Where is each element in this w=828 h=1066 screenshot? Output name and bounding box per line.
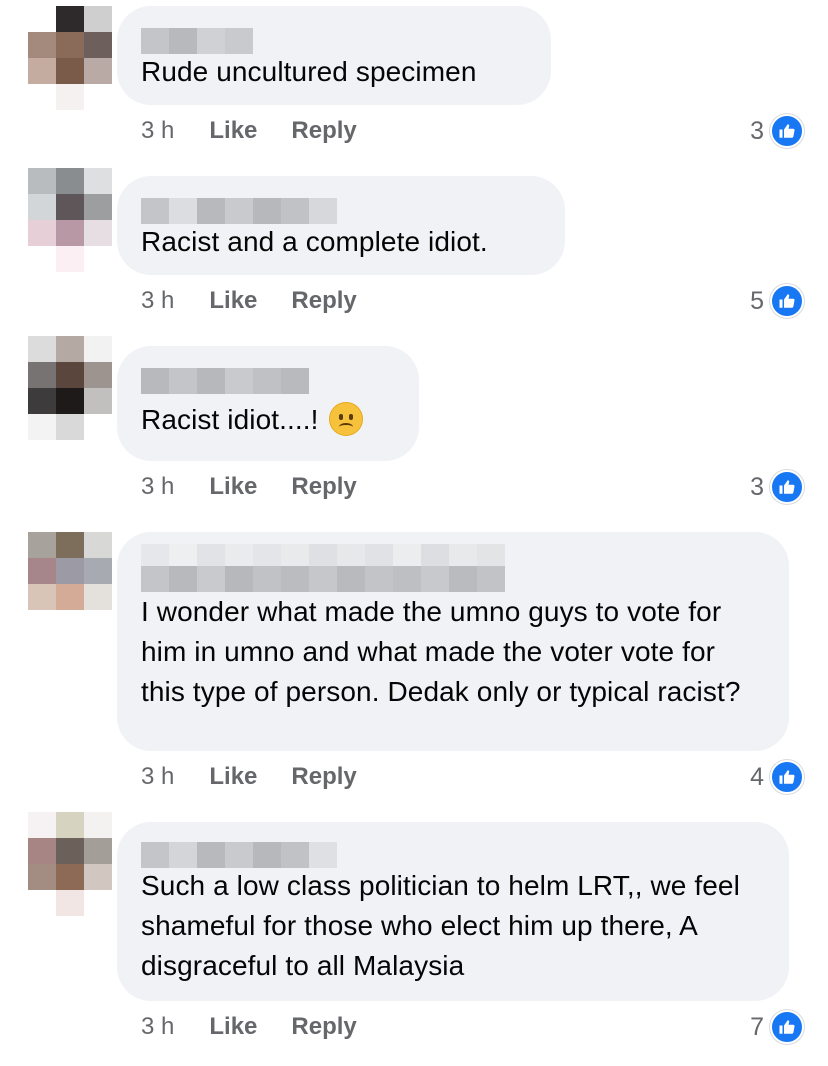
avatar[interactable] [28, 336, 112, 441]
blurred-author-name[interactable] [141, 198, 541, 224]
reply-button[interactable]: Reply [291, 473, 356, 501]
reaction-count: 3 [750, 472, 764, 501]
comment-actions: 3 h Like Reply [141, 117, 357, 145]
comment-text-content: Racist idiot....! [141, 404, 319, 435]
reply-button[interactable]: Reply [291, 763, 356, 791]
like-button[interactable]: Like [209, 117, 257, 145]
like-button[interactable]: Like [209, 287, 257, 315]
comment-actions: 3 h Like Reply [141, 473, 357, 501]
avatar[interactable] [28, 812, 112, 917]
comment-bubble: I wonder what made the umno guys to vote… [117, 532, 789, 751]
frowning-face-icon [328, 402, 363, 436]
comment-timestamp[interactable]: 3 h [141, 1013, 174, 1041]
like-button[interactable]: Like [209, 473, 257, 501]
comment-bubble: Such a low class politician to helm LRT,… [117, 822, 789, 1001]
comment-bubble: Rude uncultured specimen [117, 6, 551, 105]
avatar[interactable] [28, 532, 112, 637]
blurred-author-name[interactable] [141, 842, 765, 868]
comment-timestamp[interactable]: 3 h [141, 117, 174, 145]
avatar[interactable] [28, 6, 112, 111]
reaction-summary[interactable]: 3 [750, 470, 804, 504]
reaction-summary[interactable]: 3 [750, 114, 804, 148]
like-thumb-icon [770, 760, 804, 794]
like-button[interactable]: Like [209, 1013, 257, 1041]
comment-text: Racist and a complete idiot. [141, 226, 488, 257]
like-thumb-icon [770, 284, 804, 318]
comment-text: Rude uncultured specimen [141, 56, 477, 87]
blurred-author-name[interactable] [141, 368, 395, 394]
like-thumb-icon [770, 1010, 804, 1044]
blurred-author-name[interactable] [141, 28, 527, 54]
reaction-summary[interactable]: 4 [750, 760, 804, 794]
reply-button[interactable]: Reply [291, 1013, 356, 1041]
reaction-count: 7 [750, 1012, 764, 1041]
reaction-count: 5 [750, 286, 764, 315]
comment-timestamp[interactable]: 3 h [141, 763, 174, 791]
reaction-count: 3 [750, 116, 764, 145]
like-thumb-icon [770, 114, 804, 148]
comment-text: Racist idiot....! [141, 400, 395, 440]
comment-text: I wonder what made the umno guys to vote… [141, 596, 741, 707]
reaction-summary[interactable]: 7 [750, 1010, 804, 1044]
comment-actions: 3 h Like Reply [141, 763, 357, 791]
reply-button[interactable]: Reply [291, 287, 356, 315]
reaction-summary[interactable]: 5 [750, 284, 804, 318]
comment-timestamp[interactable]: 3 h [141, 473, 174, 501]
like-thumb-icon [770, 470, 804, 504]
comment-actions: 3 h Like Reply [141, 1013, 357, 1041]
comment-text: Such a low class politician to helm LRT,… [141, 870, 740, 981]
comment-bubble: Racist and a complete idiot. [117, 176, 565, 275]
comment-bubble: Racist idiot....! [117, 346, 419, 461]
avatar[interactable] [28, 168, 112, 273]
reply-button[interactable]: Reply [291, 117, 356, 145]
comment-timestamp[interactable]: 3 h [141, 287, 174, 315]
reaction-count: 4 [750, 762, 764, 791]
like-button[interactable]: Like [209, 763, 257, 791]
comment-actions: 3 h Like Reply [141, 287, 357, 315]
blurred-author-name[interactable] [141, 544, 765, 592]
